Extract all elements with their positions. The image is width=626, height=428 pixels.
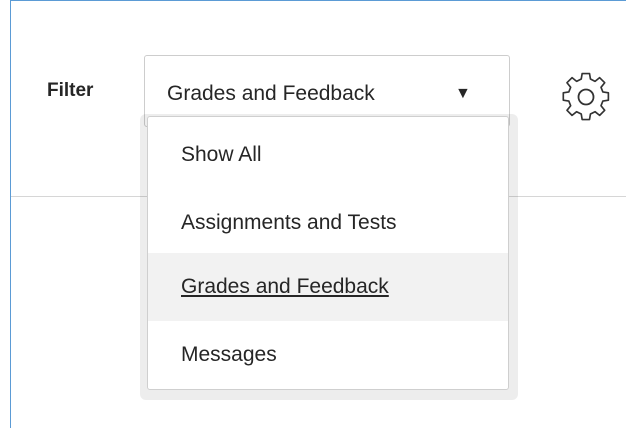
menu-item-assignments-and-tests[interactable]: Assignments and Tests — [148, 189, 508, 257]
gear-icon[interactable] — [561, 72, 611, 122]
menu-item-show-all[interactable]: Show All — [148, 121, 508, 189]
chevron-down-icon: ▼ — [455, 85, 471, 102]
menu-item-messages[interactable]: Messages — [148, 321, 508, 389]
filter-label: Filter — [47, 80, 94, 101]
filter-select-value: Grades and Feedback — [167, 82, 375, 105]
menu-item-grades-and-feedback[interactable]: Grades and Feedback — [148, 253, 508, 321]
filter-dropdown-menu: Show All Assignments and Tests Grades an… — [147, 116, 509, 390]
